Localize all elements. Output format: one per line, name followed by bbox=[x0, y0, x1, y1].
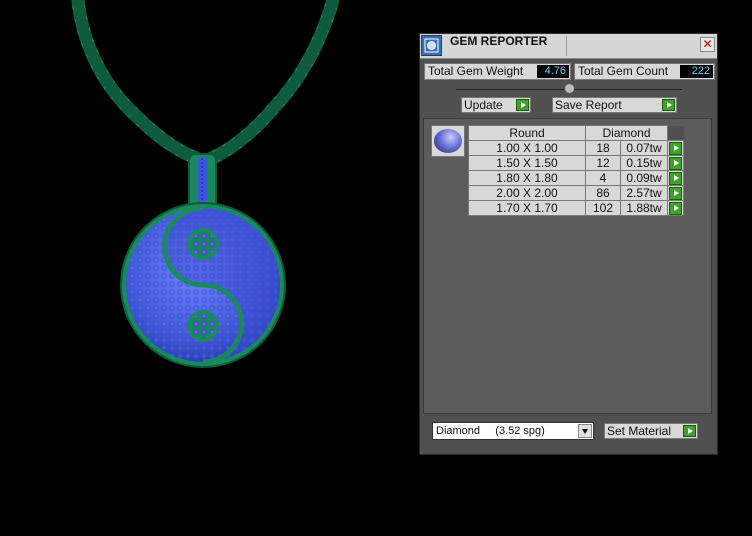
gem-count-cell: 4 bbox=[585, 170, 621, 186]
material-dropdown-value: Diamond (3.52 spg) bbox=[436, 425, 545, 437]
gem-count-cell: 18 bbox=[585, 140, 621, 156]
total-gem-count-label: Total Gem Count bbox=[578, 64, 669, 78]
chain-left bbox=[71, 0, 203, 165]
total-gem-weight-label: Total Gem Weight bbox=[428, 64, 524, 78]
row-select-arrow-icon[interactable] bbox=[669, 172, 682, 185]
gem-count-cell: 102 bbox=[585, 200, 621, 216]
3d-viewport[interactable] bbox=[0, 0, 415, 531]
gem-table: Round Diamond 1.00 X 1.00 18 0.07tw 1.50… bbox=[468, 125, 684, 216]
gem-list-area: Round Diamond 1.00 X 1.00 18 0.07tw 1.50… bbox=[423, 118, 712, 414]
gem-weight-cell: 0.15tw bbox=[620, 155, 668, 171]
set-material-button[interactable]: Set Material bbox=[604, 423, 698, 439]
row-select-arrow-icon[interactable] bbox=[669, 187, 682, 200]
table-row: 1.70 X 1.70 102 1.88tw bbox=[468, 200, 684, 216]
save-report-button-label: Save Report bbox=[555, 98, 622, 112]
table-row: 1.00 X 1.00 18 0.07tw bbox=[468, 140, 684, 156]
pendant-render bbox=[71, 0, 340, 368]
table-row: 2.00 X 2.00 86 2.57tw bbox=[468, 185, 684, 201]
panel-titlebar[interactable]: GEM REPORTER ✕ bbox=[420, 34, 717, 59]
material-dropdown[interactable]: Diamond (3.52 spg) bbox=[432, 422, 594, 440]
table-row: 1.80 X 1.80 4 0.09tw bbox=[468, 170, 684, 186]
update-button-label: Update bbox=[464, 98, 503, 112]
gem-size-cell: 1.80 X 1.80 bbox=[468, 170, 586, 186]
gem-count-cell: 12 bbox=[585, 155, 621, 171]
gem-size-cell: 1.50 X 1.50 bbox=[468, 155, 586, 171]
table-row: 1.50 X 1.50 12 0.15tw bbox=[468, 155, 684, 171]
total-gem-weight-box: Total Gem Weight 4.76 bbox=[424, 63, 571, 80]
panel-title: GEM REPORTER bbox=[450, 34, 548, 48]
play-arrow-icon bbox=[516, 99, 529, 111]
update-button[interactable]: Update bbox=[461, 97, 531, 113]
round-gem-icon bbox=[434, 129, 462, 153]
gem-count-cell: 86 bbox=[585, 185, 621, 201]
material-column-header: Diamond bbox=[585, 125, 668, 141]
gem-weight-cell: 2.57tw bbox=[620, 185, 668, 201]
total-gem-count-value: 222 bbox=[680, 65, 713, 78]
gem-size-cell: 1.70 X 1.70 bbox=[468, 200, 586, 216]
save-report-button[interactable]: Save Report bbox=[552, 97, 677, 113]
gem-thumbnail[interactable] bbox=[431, 125, 465, 157]
total-gem-count-box: Total Gem Count 222 bbox=[574, 63, 715, 80]
row-select-arrow-icon[interactable] bbox=[669, 142, 682, 155]
gem-size-cell: 1.00 X 1.00 bbox=[468, 140, 586, 156]
row-select-arrow-icon[interactable] bbox=[669, 157, 682, 170]
play-arrow-icon bbox=[662, 99, 675, 111]
play-arrow-icon bbox=[683, 425, 696, 437]
gem-reporter-panel: GEM REPORTER ✕ Total Gem Weight 4.76 Tot… bbox=[419, 33, 718, 455]
gem-weight-cell: 0.09tw bbox=[620, 170, 668, 186]
gem-reporter-icon bbox=[421, 35, 442, 56]
row-select-arrow-icon[interactable] bbox=[669, 202, 682, 215]
gem-weight-cell: 1.88tw bbox=[620, 200, 668, 216]
gem-weight-cell: 0.07tw bbox=[620, 140, 668, 156]
set-material-button-label: Set Material bbox=[607, 424, 672, 438]
chevron-down-icon[interactable] bbox=[578, 424, 592, 438]
chain-right bbox=[205, 0, 340, 165]
title-divider bbox=[566, 36, 567, 56]
panel-slider-handle[interactable] bbox=[564, 83, 575, 94]
shape-column-header: Round bbox=[468, 125, 586, 141]
gem-size-cell: 2.00 X 2.00 bbox=[468, 185, 586, 201]
total-gem-weight-value: 4.76 bbox=[537, 65, 569, 78]
close-button[interactable]: ✕ bbox=[700, 37, 715, 52]
